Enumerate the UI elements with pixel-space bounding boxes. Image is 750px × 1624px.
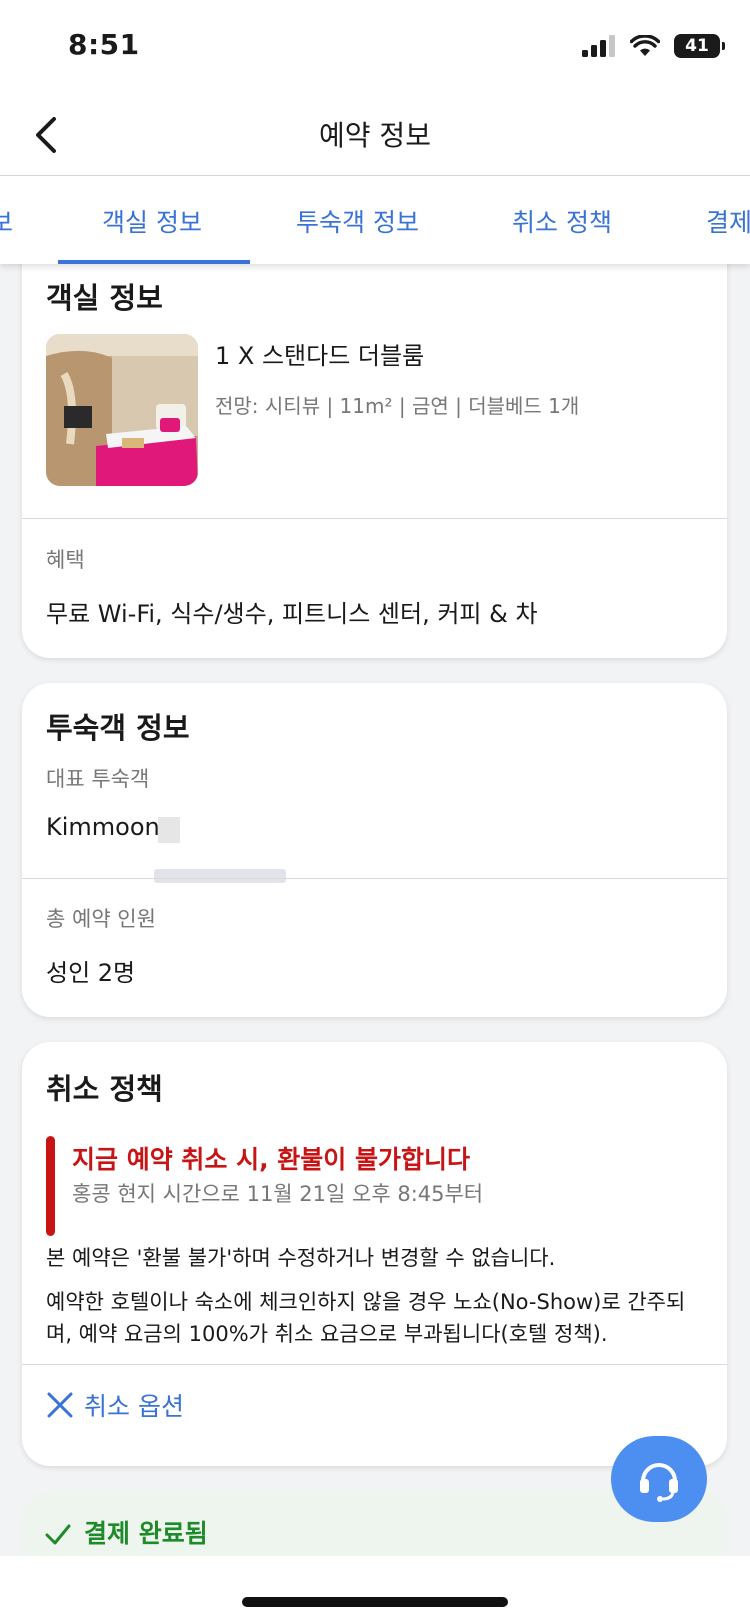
main-guest-value: Kimmoon	[46, 813, 160, 841]
check-icon	[45, 1524, 71, 1545]
policy-line-1: 본 예약은 '환불 불가'하며 수정하거나 변경할 수 없습니다.	[46, 1246, 556, 1270]
signal-icon	[582, 35, 615, 57]
benefits-value: 무료 Wi-Fi, 식수/생수, 피트니스 센터, 커피 & 차	[46, 600, 538, 628]
page-title: 예약 정보	[319, 119, 431, 152]
payment-status-label: 결제 완료됨	[84, 1519, 208, 1548]
tab-payment[interactable]: 결제	[706, 203, 750, 239]
x-icon	[47, 1392, 73, 1418]
guest-info-card: 투숙객 정보 대표 투숙객 Kimmoon 총 예약 인원 성인 2명	[22, 683, 727, 1017]
divider	[22, 1364, 727, 1365]
refund-warning-bar	[46, 1136, 55, 1236]
cancel-policy-card: 취소 정책 지금 예약 취소 시, 환불이 불가합니다 홍콩 현지 시간으로 1…	[22, 1042, 727, 1466]
room-photo[interactable]	[46, 334, 198, 486]
status-icons: 41	[582, 34, 725, 58]
redacted-name-bar	[154, 869, 286, 883]
room-section-title: 객실 정보	[46, 281, 163, 315]
battery-indicator: 41	[674, 34, 725, 58]
nav-bar: 예약 정보	[0, 96, 750, 176]
policy-line-2: 예약한 호텔이나 숙소에 체크인하지 않을 경우 노쇼(No-Show)로 간주…	[46, 1290, 686, 1346]
total-guests-label: 총 예약 인원	[46, 907, 156, 931]
wifi-icon	[630, 35, 660, 56]
bottom-safe-area	[0, 1556, 750, 1624]
room-name: 1 X 스탠다드 더블룸	[215, 342, 425, 370]
active-tab-indicator	[58, 260, 250, 264]
tab-guest-info[interactable]: 투숙객 정보	[296, 203, 419, 239]
refund-subtitle: 홍콩 현지 시간으로 11월 21일 오후 8:45부터	[72, 1182, 484, 1206]
main-guest-label: 대표 투숙객	[46, 767, 150, 791]
room-info-card: 객실 정보 1 X 스탠다드 더블룸 전망: 시티뷰 | 11m² | 금연 |…	[22, 240, 727, 658]
tab-cancel-policy[interactable]: 취소 정책	[512, 203, 612, 239]
refund-title: 지금 예약 취소 시, 환불이 불가합니다	[72, 1145, 471, 1174]
guest-section-title: 투숙객 정보	[46, 711, 190, 745]
cancel-section-title: 취소 정책	[46, 1072, 163, 1106]
section-tabs: 보 객실 정보 투숙객 정보 취소 정책 결제	[0, 176, 750, 264]
tab-reservation[interactable]: 보	[0, 203, 13, 239]
benefits-label: 혜택	[46, 548, 85, 572]
cancel-options-label: 취소 옵션	[84, 1392, 184, 1421]
divider	[22, 518, 727, 519]
home-indicator	[242, 1597, 508, 1607]
tab-room-info[interactable]: 객실 정보	[102, 203, 202, 239]
headset-icon	[640, 1463, 678, 1502]
total-guests-value: 성인 2명	[46, 959, 136, 987]
redacted-name-block	[158, 817, 180, 843]
status-time: 8:51	[68, 28, 140, 61]
cancel-options-button[interactable]: 취소 옵션	[46, 1387, 184, 1423]
support-chat-button[interactable]	[611, 1436, 707, 1522]
room-details: 전망: 시티뷰 | 11m² | 금연 | 더블베드 1개	[215, 394, 580, 418]
status-bar: 8:51 41	[0, 0, 750, 96]
divider	[22, 878, 727, 879]
room-photo-image	[46, 334, 198, 486]
